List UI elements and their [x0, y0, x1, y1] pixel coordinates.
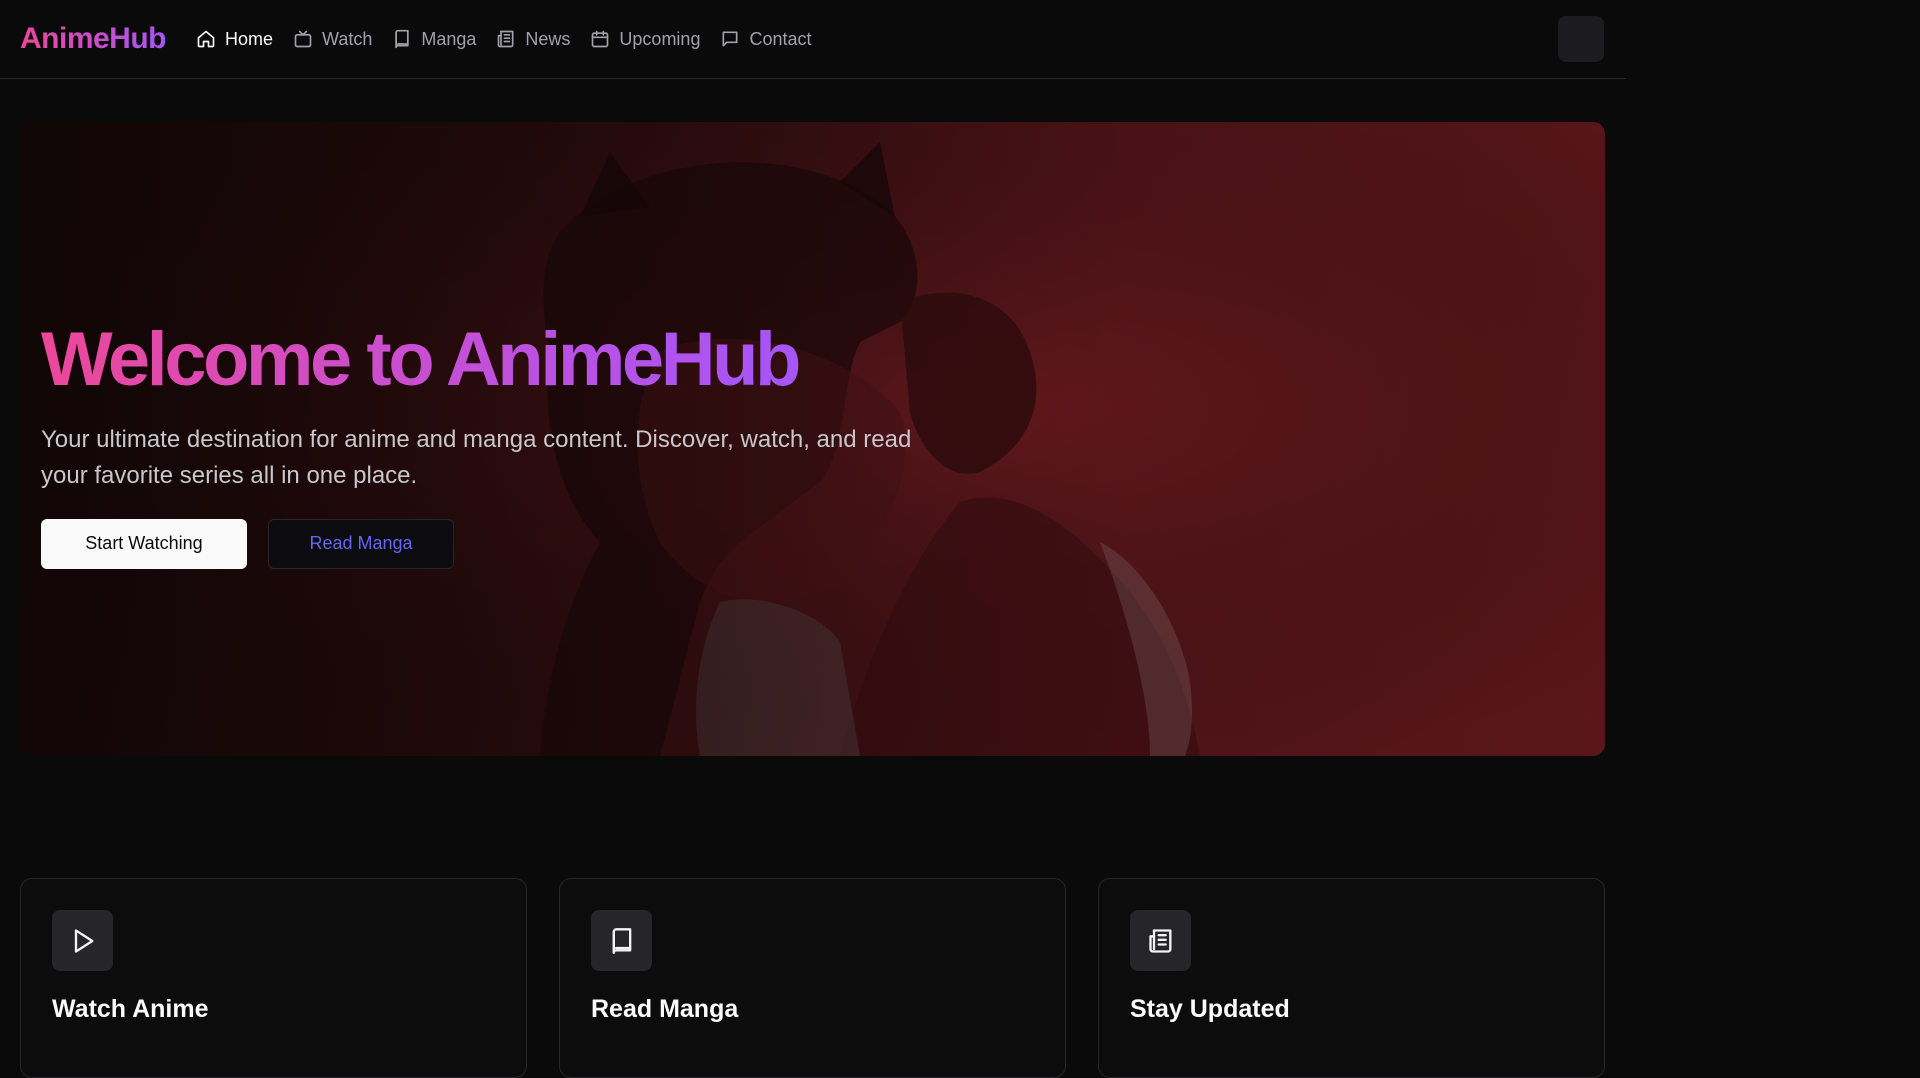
- newspaper-icon: [1148, 928, 1171, 953]
- features-section: Watch Anime Read Manga Stay Updated: [20, 878, 1605, 1078]
- nav-item-label: Watch: [322, 28, 373, 49]
- nav-item-contact[interactable]: Contact: [720, 28, 812, 50]
- book-icon: [612, 927, 631, 954]
- site-logo[interactable]: AnimeHub: [20, 22, 167, 56]
- nav-item-home[interactable]: Home: [196, 29, 273, 50]
- book-icon: [395, 29, 410, 49]
- feature-icon-box: [1130, 910, 1191, 971]
- feature-card-watch[interactable]: Watch Anime: [20, 878, 527, 1078]
- nav-item-label: Manga: [421, 28, 477, 49]
- theme-toggle-button[interactable]: [1558, 16, 1604, 62]
- home-icon: [197, 30, 215, 48]
- top-navbar: AnimeHub Home Watch Manga News Upcoming: [0, 0, 1626, 79]
- feature-icon-box: [52, 910, 113, 971]
- nav-item-manga[interactable]: Manga: [392, 29, 476, 50]
- play-icon: [74, 928, 94, 953]
- tv-icon: [294, 30, 312, 48]
- feature-title: Watch Anime: [52, 995, 209, 1023]
- feature-card-manga[interactable]: Read Manga: [559, 878, 1066, 1078]
- nav-item-watch[interactable]: Watch: [293, 29, 372, 50]
- feature-icon-box: [591, 910, 652, 971]
- nav-item-label: Upcoming: [619, 28, 701, 49]
- calendar-icon: [592, 30, 609, 48]
- message-icon: [722, 31, 738, 47]
- newspaper-icon: [498, 30, 514, 48]
- feature-title: Stay Updated: [1130, 995, 1290, 1023]
- nav-item-news[interactable]: News: [496, 29, 570, 50]
- nav-item-label: Home: [225, 28, 274, 49]
- read-manga-button[interactable]: Read Manga: [268, 518, 454, 569]
- start-watching-button[interactable]: Start Watching: [41, 518, 247, 569]
- main-nav: Home Watch Manga News Upcoming Contact: [196, 29, 812, 50]
- hero-subtitle: Your ultimate destination for anime and …: [41, 425, 912, 489]
- hero-banner: Welcome to AnimeHub Your ultimate destin…: [20, 122, 1605, 756]
- nav-item-label: Contact: [749, 28, 812, 49]
- hero-title: Welcome to AnimeHub: [41, 320, 941, 400]
- app-root: AnimeHub Home Watch Manga News Upcoming: [0, 0, 1626, 1078]
- nav-item-upcoming[interactable]: Upcoming: [590, 29, 700, 50]
- hero-actions: Start Watching Read Manga: [41, 518, 941, 569]
- hero-content: Welcome to AnimeHub Your ultimate destin…: [41, 320, 941, 569]
- nav-item-label: News: [525, 28, 571, 49]
- feature-title: Read Manga: [591, 995, 739, 1023]
- feature-card-news[interactable]: Stay Updated: [1098, 878, 1605, 1078]
